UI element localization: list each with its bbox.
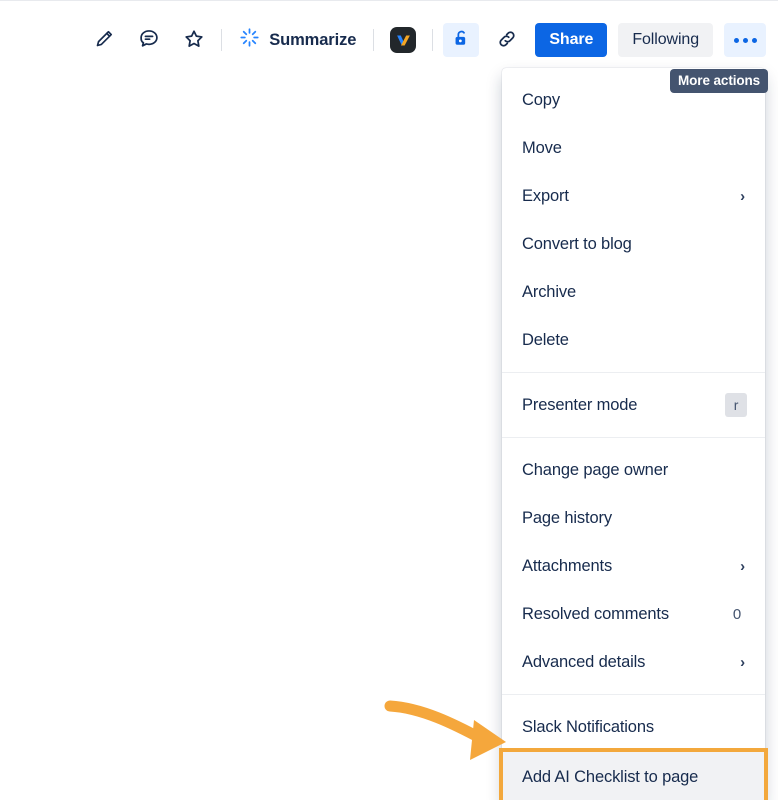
menu-item-label: Page history: [522, 509, 747, 528]
comment-icon-button[interactable]: [132, 23, 166, 57]
menu-item-presenter-mode[interactable]: Presenter moder: [502, 381, 765, 429]
link-chain-icon: [496, 28, 518, 53]
toolbar-spacer-6: [713, 40, 724, 41]
menu-item-page-history[interactable]: Page history: [502, 494, 765, 542]
following-button[interactable]: Following: [618, 23, 713, 57]
menu-item-label: Archive: [522, 283, 747, 302]
menu-item-advanced-details[interactable]: Advanced details›: [502, 638, 765, 686]
toolbar-spacer-2: [166, 40, 177, 41]
chevron-right-icon: ›: [740, 189, 745, 204]
menu-item-label: Resolved comments: [522, 605, 727, 624]
more-actions-button[interactable]: [724, 23, 766, 57]
ellipsis-icon: [734, 38, 739, 43]
menu-group: Presenter moder: [502, 372, 765, 437]
menu-group: Slack Notifications Add AI Checklist to p…: [502, 694, 765, 800]
edit-pencil-icon-button[interactable]: [87, 23, 121, 57]
toolbar-spacer-1: [121, 40, 132, 41]
menu-item-change-page-owner[interactable]: Change page owner: [502, 446, 765, 494]
chevron-right-icon: ›: [740, 559, 745, 574]
top-divider: [0, 0, 778, 1]
menu-item-add-ai-checklist-to-page[interactable]: Add AI Checklist to page: [502, 751, 765, 800]
menu-item-label: Slack Notifications: [522, 718, 747, 737]
menu-item-label: Delete: [522, 331, 747, 350]
ellipsis-dot-3: [752, 38, 757, 43]
count-badge: 0: [727, 606, 747, 623]
screen-root: Summarize: [0, 0, 778, 800]
menu-item-archive[interactable]: Archive: [502, 268, 765, 316]
menu-item-label: Add AI Checklist to page: [522, 768, 747, 787]
menu-item-label: Export: [522, 187, 740, 206]
star-icon-button[interactable]: [177, 23, 211, 57]
menu-item-label: Change page owner: [522, 461, 747, 480]
menu-group: Change page owner Page history Attachments…: [502, 437, 765, 694]
menu-group: Copy Move Export› Convert to blog Archive Del…: [502, 68, 765, 372]
curved-arrow-icon: [382, 694, 518, 776]
menu-item-slack-notifications[interactable]: Slack Notifications: [502, 703, 765, 751]
menu-item-resolved-comments[interactable]: Resolved comments0: [502, 590, 765, 638]
share-button[interactable]: Share: [535, 23, 607, 57]
menu-item-label: Attachments: [522, 557, 740, 576]
copy-link-button[interactable]: [490, 23, 524, 57]
menu-item-label: Move: [522, 139, 747, 158]
menu-item-move[interactable]: Move: [502, 124, 765, 172]
keyboard-shortcut-badge: r: [725, 393, 747, 417]
unlocked-padlock-icon: [451, 28, 472, 52]
toolbar-spacer-3: [479, 40, 490, 41]
ellipsis-dot-2: [743, 38, 748, 43]
menu-item-convert-to-blog[interactable]: Convert to blog: [502, 220, 765, 268]
menu-item-label: Advanced details: [522, 653, 740, 672]
page-toolbar: Summarize: [0, 14, 778, 66]
toolbar-spacer-4: [524, 40, 535, 41]
page-restrictions-button[interactable]: [443, 23, 479, 57]
menu-item-label: Copy: [522, 91, 747, 110]
ai-sparkle-icon: [239, 27, 260, 53]
toolbar-separator-3: [432, 29, 433, 51]
edit-pencil-icon: [94, 28, 115, 52]
more-actions-tooltip: More actions: [670, 69, 768, 93]
menu-item-delete[interactable]: Delete: [502, 316, 765, 364]
chevron-right-icon: ›: [740, 655, 745, 670]
app-logo-button[interactable]: [384, 23, 422, 57]
menu-item-label: Presenter mode: [522, 396, 725, 415]
toolbar-separator-1: [221, 29, 222, 51]
star-icon: [183, 28, 205, 53]
menu-item-export[interactable]: Export›: [502, 172, 765, 220]
app-logo-icon: [390, 27, 416, 53]
summarize-label: Summarize: [269, 31, 356, 50]
menu-item-attachments[interactable]: Attachments›: [502, 542, 765, 590]
menu-item-label: Convert to blog: [522, 235, 747, 254]
toolbar-separator-2: [373, 29, 374, 51]
comment-icon: [138, 28, 160, 53]
summarize-button[interactable]: Summarize: [232, 23, 363, 57]
more-actions-menu: CopyMoveExport›Convert to blogArchiveDel…: [502, 68, 765, 800]
toolbar-spacer-5: [607, 40, 618, 41]
